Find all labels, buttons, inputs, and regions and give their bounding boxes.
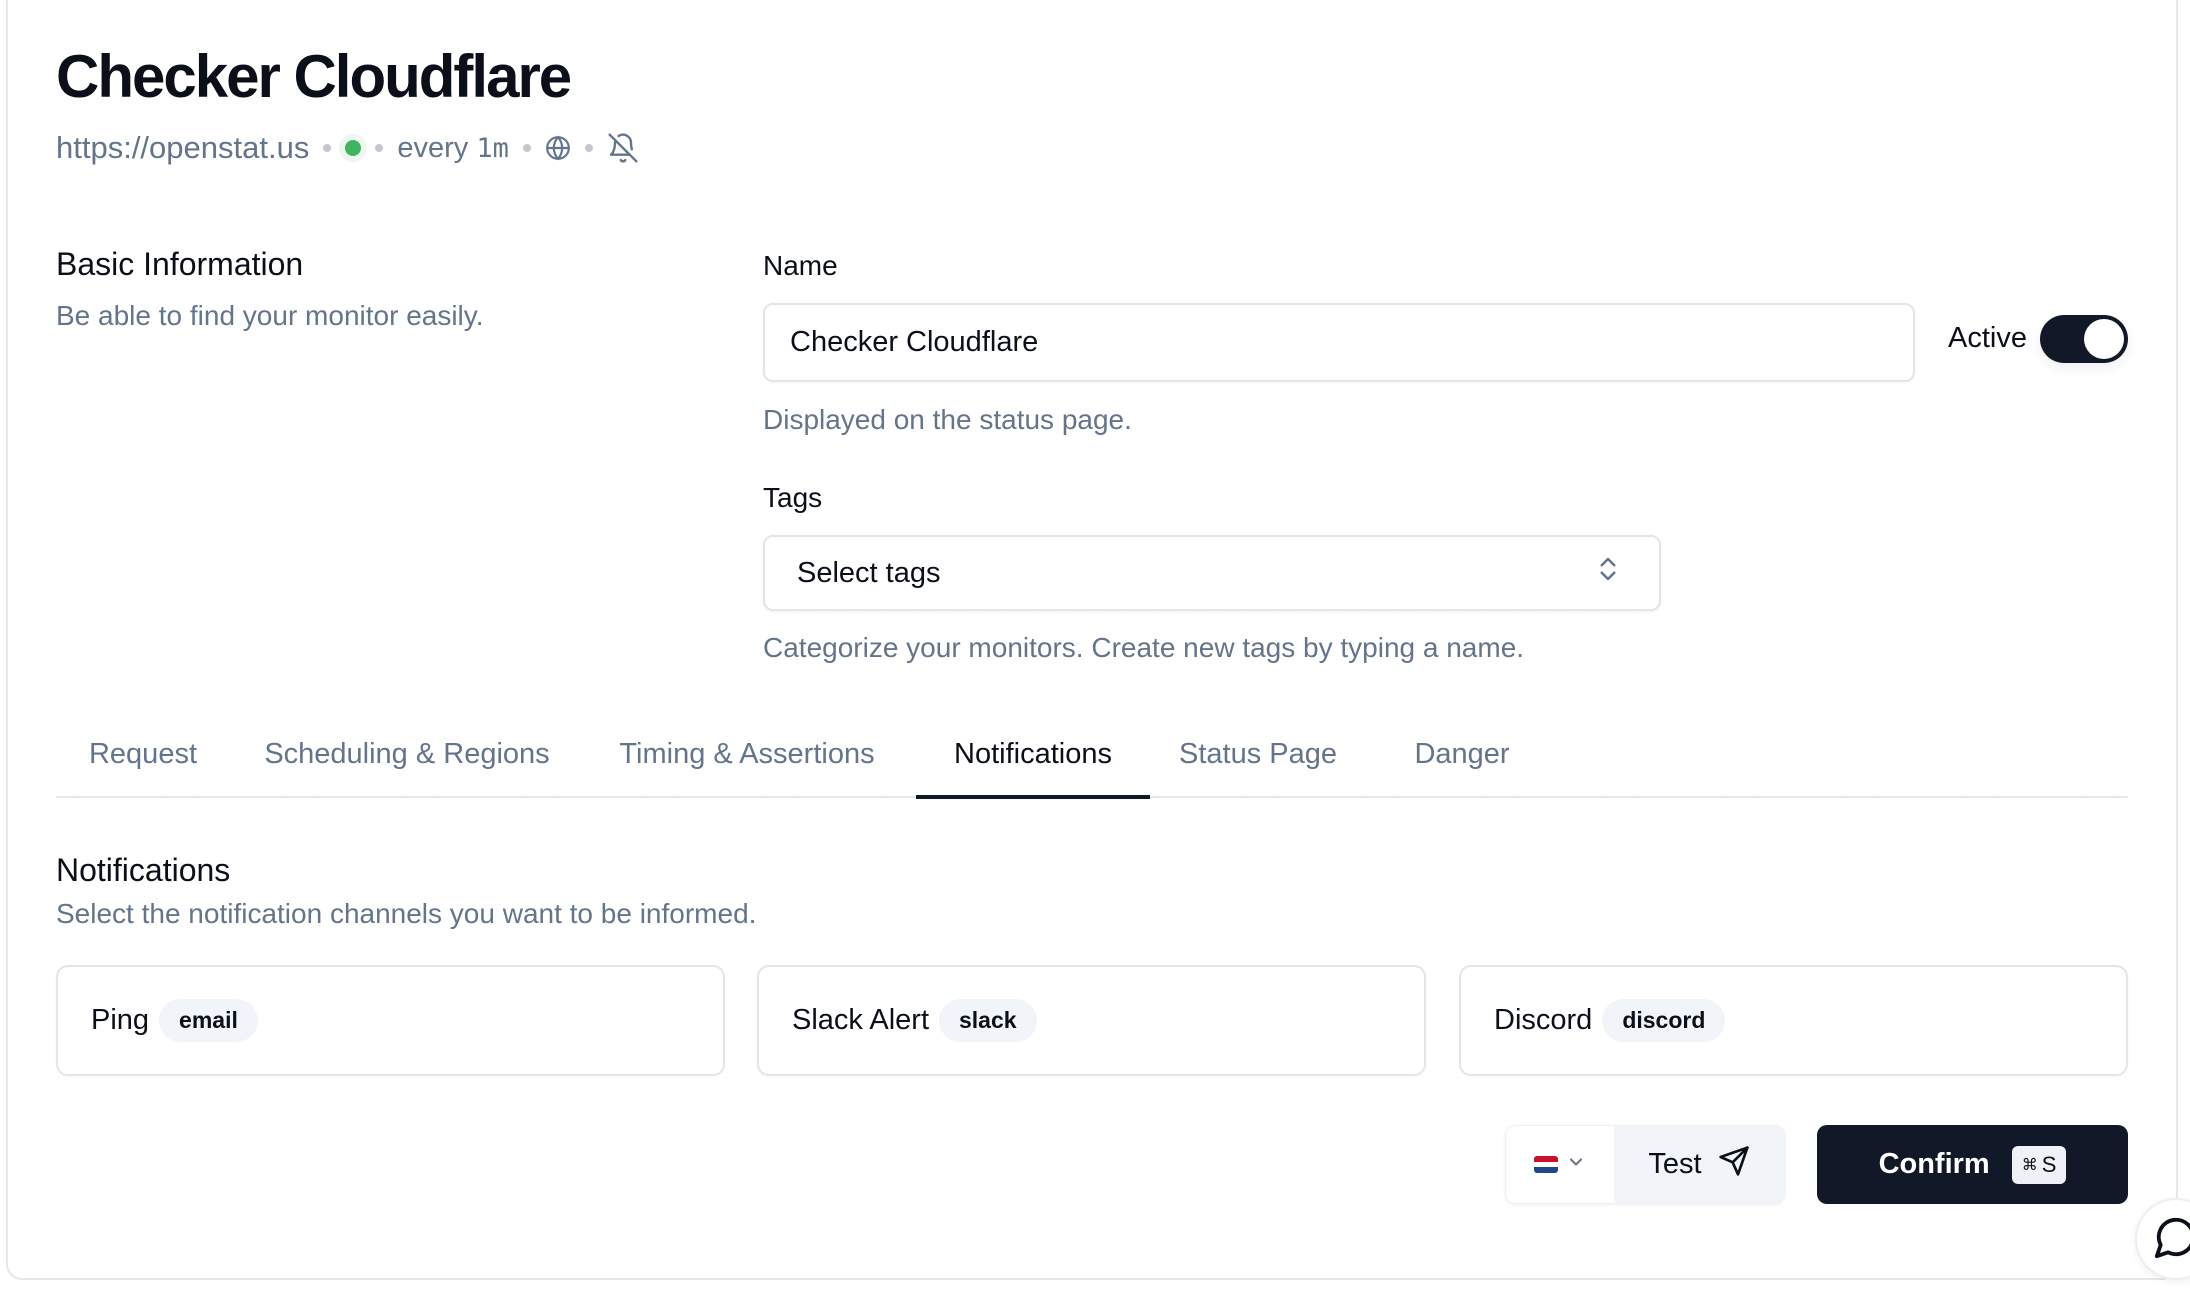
active-label: Active bbox=[1948, 322, 2027, 354]
tab-status-page[interactable]: Status Page bbox=[1156, 712, 1360, 796]
basic-info-description: Be able to find your monitor easily. bbox=[56, 300, 484, 331]
channel-name: Slack Alert bbox=[792, 1004, 929, 1036]
tags-label: Tags bbox=[763, 482, 823, 513]
netherlands-flag-icon bbox=[1534, 1156, 1558, 1173]
command-key-icon: ⌘ bbox=[2021, 1156, 2038, 1174]
globe-icon bbox=[545, 135, 571, 161]
interval-value: 1m bbox=[476, 132, 509, 164]
tab-danger[interactable]: Danger bbox=[1374, 712, 1550, 796]
settings-tabs: Request Scheduling & Regions Timing & As… bbox=[56, 712, 2128, 799]
test-button-label: Test bbox=[1648, 1148, 1702, 1180]
tags-select[interactable]: Select tags bbox=[763, 535, 1661, 611]
channel-name: Ping bbox=[91, 1004, 150, 1036]
monitor-meta-row: https://openstat.us every 1m bbox=[56, 130, 639, 166]
chevron-down-icon bbox=[1566, 1152, 1586, 1177]
channel-type-badge: discord bbox=[1602, 999, 1726, 1042]
shortcut-key: S bbox=[2041, 1151, 2057, 1177]
notifications-description: Select the notification channels you wan… bbox=[56, 898, 757, 929]
tab-notifications[interactable]: Notifications bbox=[916, 712, 1150, 799]
bell-off-icon bbox=[607, 132, 639, 164]
notification-channel-discord[interactable]: Discord discord bbox=[1459, 965, 2128, 1076]
toggle-knob bbox=[2084, 319, 2124, 359]
confirm-button-label: Confirm bbox=[1878, 1148, 1990, 1180]
monitor-url[interactable]: https://openstat.us bbox=[56, 130, 309, 166]
separator-dot bbox=[323, 144, 332, 152]
keyboard-shortcut-badge: ⌘ S bbox=[2011, 1145, 2067, 1184]
tags-helper-text: Categorize your monitors. Create new tag… bbox=[763, 632, 1525, 663]
test-button-group: Test bbox=[1505, 1125, 1785, 1204]
notifications-heading: Notifications bbox=[56, 852, 231, 888]
notification-channel-slack[interactable]: Slack Alert slack bbox=[757, 965, 1426, 1076]
tab-request[interactable]: Request bbox=[56, 712, 230, 796]
chevrons-up-down-icon bbox=[1597, 554, 1619, 592]
channel-type-badge: slack bbox=[939, 999, 1037, 1042]
name-input[interactable]: Checker Cloudflare bbox=[763, 303, 1915, 382]
region-select-button[interactable] bbox=[1506, 1126, 1614, 1203]
channel-type-badge: email bbox=[159, 999, 258, 1042]
name-label: Name bbox=[763, 250, 838, 281]
check-interval: every 1m bbox=[397, 132, 509, 165]
basic-info-heading: Basic Information bbox=[56, 246, 304, 282]
page-title: Checker Cloudflare bbox=[56, 43, 572, 110]
tags-select-placeholder: Select tags bbox=[797, 556, 941, 589]
name-input-value: Checker Cloudflare bbox=[790, 326, 1039, 358]
notification-channel-ping[interactable]: Ping email bbox=[56, 965, 725, 1076]
message-circle-icon bbox=[2153, 1214, 2190, 1265]
tab-scheduling-regions[interactable]: Scheduling & Regions bbox=[244, 712, 570, 796]
confirm-button[interactable]: Confirm ⌘ S bbox=[1817, 1125, 2128, 1204]
channel-name: Discord bbox=[1494, 1004, 1593, 1036]
separator-dot bbox=[584, 144, 593, 152]
active-toggle[interactable] bbox=[2040, 315, 2128, 363]
status-indicator-icon bbox=[345, 140, 362, 156]
tab-timing-assertions[interactable]: Timing & Assertions bbox=[584, 712, 910, 796]
send-icon bbox=[1718, 1145, 1750, 1185]
separator-dot bbox=[375, 144, 384, 152]
separator-dot bbox=[522, 144, 531, 152]
name-helper-text: Displayed on the status page. bbox=[763, 404, 1132, 435]
test-notification-button[interactable]: Test bbox=[1614, 1126, 1784, 1203]
interval-prefix: every bbox=[397, 131, 469, 164]
